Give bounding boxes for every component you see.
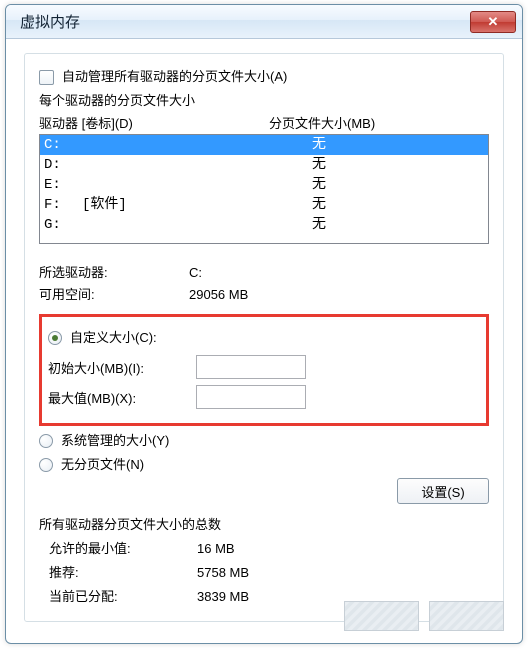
titlebar: 虚拟内存 ✕ (6, 5, 522, 39)
drive-size: 无 (312, 195, 484, 215)
custom-size-radio[interactable] (48, 331, 62, 345)
total-heading: 所有驱动器分页文件大小的总数 (39, 514, 489, 533)
dialog-buttons (344, 601, 504, 631)
auto-manage-label: 自动管理所有驱动器的分页文件大小(A) (62, 68, 287, 86)
drive-info-block: 所选驱动器: C: 可用空间: 29056 MB (39, 262, 489, 306)
drive-size: 无 (312, 135, 484, 155)
drive-letter: F: (44, 195, 82, 215)
drive-label (82, 135, 312, 155)
initial-size-label: 初始大小(MB)(I): (48, 358, 196, 377)
drive-row[interactable]: C: 无 (40, 135, 488, 155)
drive-row[interactable]: D: 无 (40, 155, 488, 175)
system-managed-label: 系统管理的大小(Y) (61, 430, 169, 452)
no-paging-label: 无分页文件(N) (61, 454, 144, 476)
drive-listbox[interactable]: C: 无 D: 无 E: 无 F: [软件] 无 (39, 134, 489, 244)
other-radios: 系统管理的大小(Y) 无分页文件(N) 设置(S) (39, 430, 489, 504)
no-paging-radio[interactable] (39, 458, 53, 472)
col-size-header: 分页文件大小(MB) (269, 113, 489, 132)
drive-label (82, 175, 312, 195)
selected-drive-label: 所选驱动器: (39, 262, 189, 284)
initial-size-input[interactable] (196, 355, 306, 379)
close-icon: ✕ (488, 14, 499, 30)
ok-button-obscured[interactable] (344, 601, 419, 631)
drive-letter: D: (44, 155, 82, 175)
drive-letter: C: (44, 135, 82, 155)
drive-list-header: 驱动器 [卷标](D) 分页文件大小(MB) (39, 113, 489, 132)
system-managed-radio[interactable] (39, 434, 53, 448)
drive-label: [软件] (82, 195, 312, 215)
drive-size: 无 (312, 215, 484, 235)
max-size-input[interactable] (196, 385, 306, 409)
auto-manage-row: 自动管理所有驱动器的分页文件大小(A) (39, 68, 489, 86)
per-drive-label: 每个驱动器的分页文件大小 (39, 90, 489, 109)
min-allowed-label: 允许的最小值: (39, 537, 197, 561)
col-drive-header: 驱动器 [卷标](D) (39, 113, 269, 132)
drive-label (82, 155, 312, 175)
drive-letter: E: (44, 175, 82, 195)
highlight-box: 自定义大小(C): 初始大小(MB)(I): 最大值(MB)(X): (39, 314, 489, 426)
main-groupbox: 自动管理所有驱动器的分页文件大小(A) 每个驱动器的分页文件大小 驱动器 [卷标… (24, 53, 504, 622)
drive-row[interactable]: G: 无 (40, 215, 488, 235)
drive-size: 无 (312, 175, 484, 195)
current-value: 3839 MB (197, 585, 249, 609)
set-button-label: 设置(S) (421, 482, 464, 501)
drive-label (82, 215, 312, 235)
cancel-button-obscured[interactable] (429, 601, 504, 631)
drive-letter: G: (44, 215, 82, 235)
custom-size-label: 自定义大小(C): (70, 327, 157, 349)
avail-space-label: 可用空间: (39, 284, 189, 306)
recommended-value: 5758 MB (197, 561, 249, 585)
drive-row[interactable]: F: [软件] 无 (40, 195, 488, 215)
recommended-label: 推荐: (39, 561, 197, 585)
current-label: 当前已分配: (39, 585, 197, 609)
drive-size: 无 (312, 155, 484, 175)
max-size-label: 最大值(MB)(X): (48, 388, 196, 407)
selected-drive-value: C: (189, 262, 202, 284)
avail-space-value: 29056 MB (189, 284, 248, 306)
set-button[interactable]: 设置(S) (397, 478, 489, 504)
min-allowed-value: 16 MB (197, 537, 235, 561)
close-button[interactable]: ✕ (470, 11, 516, 33)
window-title: 虚拟内存 (20, 11, 80, 32)
auto-manage-checkbox[interactable] (39, 70, 54, 85)
client-area: 自动管理所有驱动器的分页文件大小(A) 每个驱动器的分页文件大小 驱动器 [卷标… (6, 39, 522, 632)
drive-row[interactable]: E: 无 (40, 175, 488, 195)
virtual-memory-dialog: 虚拟内存 ✕ 自动管理所有驱动器的分页文件大小(A) 每个驱动器的分页文件大小 … (5, 4, 523, 644)
